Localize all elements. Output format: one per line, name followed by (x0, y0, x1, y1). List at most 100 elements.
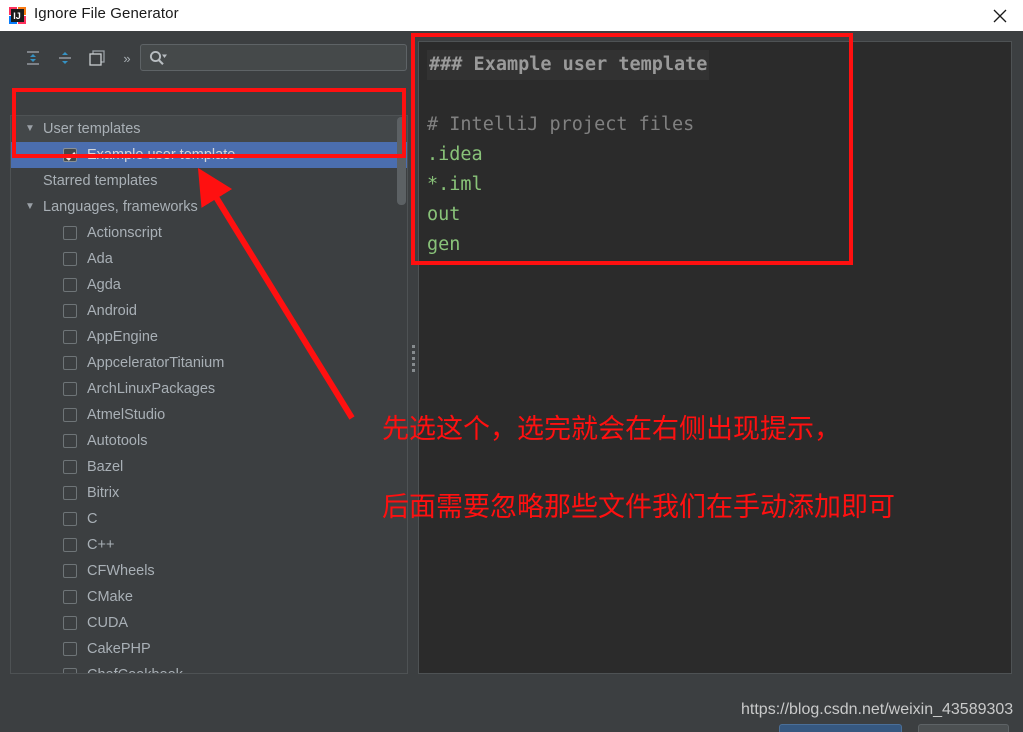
tree-group-label: User templates (43, 121, 141, 137)
tree-item[interactable]: Bazel (11, 454, 407, 480)
tree-item-label: C++ (87, 537, 115, 553)
tree-item-label: Android (87, 303, 137, 319)
code-line-text: ### Example user template (427, 50, 710, 80)
tree-toolbar: » (10, 41, 408, 75)
tree-item-label: CUDA (87, 615, 129, 631)
tree-item-label: C (87, 511, 98, 527)
tree-item-label: ArchLinuxPackages (87, 381, 216, 397)
unselect-all-icon[interactable] (84, 45, 110, 71)
window-title: Ignore File Generator (34, 5, 179, 22)
code-line: out (427, 200, 1005, 230)
checkbox-icon[interactable] (63, 356, 77, 370)
code-line: .idea (427, 140, 1005, 170)
tree-item[interactable]: Example user template (11, 142, 407, 168)
tree-item[interactable]: AppEngine (11, 324, 407, 350)
tree-item[interactable]: C++ (11, 532, 407, 558)
checkbox-icon[interactable] (63, 642, 77, 656)
tree-group-1[interactable]: Starred templates (11, 168, 407, 194)
tree-item-label: Bazel (87, 459, 124, 475)
checkbox-icon[interactable] (63, 148, 77, 162)
tree-item[interactable]: Ada (11, 246, 407, 272)
search-input[interactable] (140, 44, 407, 71)
tree-item[interactable]: AppceleratorTitanium (11, 350, 407, 376)
cancel-button[interactable]: Cancel (918, 724, 1009, 732)
code-line-text: *.iml (427, 174, 483, 195)
tree-item[interactable]: ArchLinuxPackages (11, 376, 407, 402)
tree-scrollbar[interactable] (397, 117, 406, 205)
tree-item-label: AtmelStudio (87, 407, 166, 423)
tree-item-label: CFWheels (87, 563, 155, 579)
code-line: gen (427, 230, 1005, 260)
tree-item[interactable]: AtmelStudio (11, 402, 407, 428)
dialog-content: » ▼ User templates Example user template St… (0, 31, 1023, 732)
checkbox-icon[interactable] (63, 590, 77, 604)
templates-panel: » ▼ User templates Example user template St… (10, 41, 408, 674)
tree-item-label: ChefCookbook (87, 662, 183, 673)
checkbox-icon[interactable] (63, 382, 77, 396)
checkbox-icon[interactable] (63, 330, 77, 344)
code-line: ### Example user template (427, 50, 1005, 80)
tree-group-0[interactable]: ▼ User templates (11, 116, 407, 142)
checkbox-icon[interactable] (63, 486, 77, 500)
code-line-text: # IntelliJ project files (427, 114, 695, 135)
checkbox-icon[interactable] (63, 460, 77, 474)
tree-item[interactable]: Agda (11, 272, 407, 298)
intellij-idea-icon: IJ (9, 7, 26, 24)
tree-item[interactable]: Android (11, 298, 407, 324)
tree-item[interactable]: CakePHP (11, 636, 407, 662)
code-line: *.iml (427, 170, 1005, 200)
templates-tree[interactable]: ▼ User templates Example user template Star… (10, 115, 408, 674)
search-field[interactable] (177, 48, 401, 69)
checkbox-icon[interactable] (63, 278, 77, 292)
checkbox-icon[interactable] (63, 226, 77, 240)
chevron-down-icon[interactable]: ▼ (23, 116, 37, 142)
checkbox-icon[interactable] (63, 616, 77, 630)
code-line-text: out (427, 204, 461, 225)
checkbox-icon[interactable] (63, 512, 77, 526)
generate-button[interactable]: Generate (779, 724, 902, 732)
collapse-all-icon[interactable] (52, 45, 78, 71)
tree-item-label: AppceleratorTitanium (87, 355, 225, 371)
checkbox-icon[interactable] (63, 434, 77, 448)
tree-item[interactable]: Autotools (11, 428, 407, 454)
tree-item-label: AppEngine (87, 329, 158, 345)
tree-item[interactable]: C (11, 506, 407, 532)
template-preview: ### Example user template # IntelliJ proj… (418, 41, 1012, 674)
chevron-down-icon[interactable]: ▼ (23, 194, 37, 220)
tree-item-label: CMake (87, 589, 133, 605)
panel-splitter[interactable] (409, 344, 417, 372)
checkbox-icon[interactable] (63, 304, 77, 318)
checkbox-icon[interactable] (63, 538, 77, 552)
dialog-window: IJ Ignore File Generator » ▼ User templa… (0, 0, 1023, 732)
tree-item[interactable]: ChefCookbook (11, 662, 407, 673)
search-icon (149, 50, 167, 71)
tree-item[interactable]: CFWheels (11, 558, 407, 584)
tree-item[interactable]: Bitrix (11, 480, 407, 506)
chevron-down-icon[interactable] (23, 168, 37, 194)
chevron-double-right-icon[interactable]: » (114, 45, 140, 71)
code-line-text: .idea (427, 144, 483, 165)
close-icon[interactable] (977, 0, 1023, 31)
tree-item-label: Ada (87, 251, 113, 267)
tree-item[interactable]: Actionscript (11, 220, 407, 246)
tree-item-label: Bitrix (87, 485, 120, 501)
checkbox-icon[interactable] (63, 564, 77, 578)
code-line-text: gen (427, 234, 461, 255)
preview-code: ### Example user template # IntelliJ proj… (427, 50, 1005, 260)
tree-item-label: Example user template (87, 147, 236, 163)
tree-item-label: Agda (87, 277, 121, 293)
svg-text:IJ: IJ (13, 11, 21, 21)
tree-group-label: Languages, frameworks (43, 199, 198, 215)
checkbox-icon[interactable] (63, 668, 77, 673)
expand-all-icon[interactable] (20, 45, 46, 71)
tree-item-label: Actionscript (87, 225, 162, 241)
code-line: # IntelliJ project files (427, 110, 1005, 140)
title-bar: IJ Ignore File Generator (0, 0, 1023, 32)
checkbox-icon[interactable] (63, 408, 77, 422)
tree-item[interactable]: CUDA (11, 610, 407, 636)
checkbox-icon[interactable] (63, 252, 77, 266)
tree-item[interactable]: CMake (11, 584, 407, 610)
tree-group-2[interactable]: ▼ Languages, frameworks (11, 194, 407, 220)
tree-item-label: Autotools (87, 433, 148, 449)
